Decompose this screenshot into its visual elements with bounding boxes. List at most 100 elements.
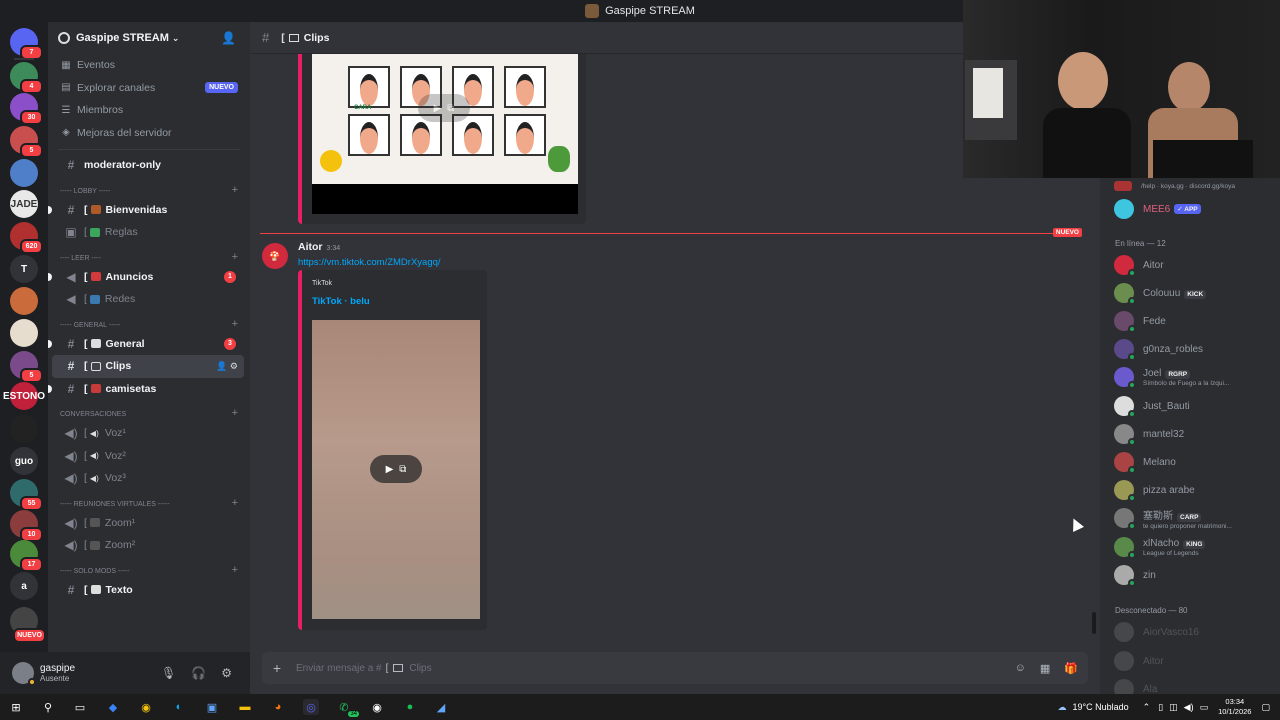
scrollbar[interactable]	[1092, 612, 1096, 634]
embed-video[interactable]: ▶ ⧉	[312, 320, 480, 619]
firefox-icon[interactable]: ◕	[270, 699, 286, 715]
voice-channel-voz3[interactable]: ◀)[◀) Voz³	[52, 467, 244, 490]
message-link[interactable]: https://vm.tiktok.com/ZMDrXyagq/	[298, 257, 441, 268]
network-icon[interactable]: ◫	[1169, 702, 1178, 713]
channel-actions[interactable]: 👤 ⚙	[216, 361, 238, 372]
battery-icon[interactable]: ▭	[1200, 702, 1209, 713]
member-item[interactable]: Aitor	[1114, 253, 1164, 277]
channel-bienvenidas[interactable]: # [Bienvenidas	[48, 199, 244, 222]
copilot-icon[interactable]: ◆	[105, 699, 121, 715]
channel-redes[interactable]: ◀ [Redes	[52, 288, 244, 311]
server-icon[interactable]: 17	[10, 540, 43, 572]
channel-texto[interactable]: # [Texto	[52, 579, 244, 602]
member-item[interactable]: Colouuu KICK	[1114, 281, 1207, 305]
embed-title[interactable]: TikTok · belu	[312, 296, 370, 307]
server-icon[interactable]: a	[10, 572, 38, 600]
play-button[interactable]: ▶ ⧉	[370, 455, 422, 483]
message-author[interactable]: Aitor 3:34	[298, 241, 340, 253]
obs-icon[interactable]: ◉	[369, 699, 385, 715]
message-composer[interactable]: + Enviar mensaje a # [ Clips ☺ ▦ 🎁	[262, 652, 1088, 684]
category-solo-mods[interactable]: ----- SOLO MODS ----- +	[48, 557, 250, 579]
volume-icon[interactable]: ◀)	[1184, 702, 1194, 713]
play-button[interactable]: ▶ ⧉	[418, 94, 470, 122]
channel-camisetas[interactable]: # [camisetas	[48, 378, 244, 401]
server-icon[interactable]: 5	[10, 126, 43, 158]
member-item[interactable]: pizza arabe	[1114, 478, 1195, 502]
server-icon[interactable]: JADE	[10, 190, 38, 218]
category-lobby[interactable]: ----- LOBBY ----- +	[48, 177, 250, 199]
server-icon[interactable]	[10, 159, 38, 187]
menu-item-browse-channels[interactable]: ▤ Explorar canales NUEVO	[48, 77, 250, 100]
clock[interactable]: 03:34 10/1/2026	[1218, 697, 1251, 717]
member-item[interactable]: Melano	[1114, 450, 1176, 474]
gift-icon[interactable]: 🎁	[1064, 662, 1078, 675]
member-item[interactable]: g0nza_robles	[1114, 337, 1203, 361]
voice-channel-zoom2[interactable]: ◀) [Zoom²	[52, 534, 244, 557]
chevron-up-icon[interactable]: ⌃	[1143, 702, 1151, 713]
invite-icon[interactable]: 👤	[221, 31, 236, 45]
category-reuniones[interactable]: ----- REUNIONES VIRTUALES ----- +	[48, 490, 250, 512]
microphone-icon[interactable]: 🎙	[161, 666, 176, 680]
server-icon[interactable]	[10, 415, 38, 443]
channel-general[interactable]: # [General 3	[48, 333, 244, 356]
server-icon[interactable]: 5	[10, 351, 43, 383]
server-icon[interactable]: NUEVO	[10, 607, 46, 643]
category-general[interactable]: ----- GENERAL ----- +	[48, 311, 250, 333]
edge-icon[interactable]: ◐	[171, 699, 187, 715]
voice-channel-voz2[interactable]: ◀)[◀) Voz²	[52, 445, 244, 468]
member-item[interactable]: zin	[1114, 563, 1156, 587]
member-item-offline[interactable]: Ala	[1114, 677, 1157, 694]
guild-header[interactable]: Gaspipe STREAM ⌄ 👤	[48, 22, 250, 54]
server-icon[interactable]: 10	[10, 510, 43, 542]
server-icon[interactable]: 55	[10, 479, 43, 511]
member-item[interactable]: Fede	[1114, 309, 1166, 333]
steam-icon[interactable]: ◢	[433, 699, 449, 715]
add-channel-icon[interactable]: +	[232, 184, 238, 196]
channel-moderator-only[interactable]: # moderator-only	[52, 154, 244, 177]
search-icon[interactable]: ⚲	[40, 699, 56, 715]
member-item[interactable]: mantel32	[1114, 422, 1184, 446]
task-view-icon[interactable]: ▭	[72, 699, 88, 715]
channel-anuncios[interactable]: ◀ [Anuncios 1	[48, 266, 244, 289]
notifications-icon[interactable]: ▢	[1261, 702, 1270, 713]
menu-item-events[interactable]: ▦ Eventos	[48, 54, 250, 77]
discord-home-icon[interactable]: 7	[10, 28, 43, 60]
server-icon[interactable]	[10, 319, 38, 347]
server-icon[interactable]: ESTONO	[3, 382, 45, 410]
server-icon[interactable]: guo	[10, 447, 38, 475]
category-leer[interactable]: ---- LEER ---- +	[48, 244, 250, 266]
gear-icon[interactable]: ⚙	[230, 361, 238, 371]
store-icon[interactable]: ▣	[204, 699, 220, 715]
apps-icon[interactable]: ▦	[1040, 662, 1050, 675]
server-icon[interactable]: T	[10, 255, 38, 283]
add-channel-icon[interactable]: +	[232, 251, 238, 263]
menu-item-server-boost[interactable]: ◈ Mejoras del servidor	[48, 122, 250, 145]
member-item[interactable]: xlNacho KING League of Legends	[1114, 535, 1206, 559]
channel-clips[interactable]: # [Clips 👤 ⚙	[52, 355, 244, 378]
avatar[interactable]: 🍄	[262, 243, 288, 269]
weather-text[interactable]: 19°C Nublado	[1073, 702, 1129, 712]
server-icon[interactable]	[10, 287, 38, 315]
server-icon[interactable]: 620	[10, 222, 43, 254]
tray-icon[interactable]: ▯	[1158, 702, 1163, 713]
whatsapp-icon[interactable]: ✆ 34	[336, 699, 359, 717]
member-item-offline[interactable]: AiorVasco16	[1114, 620, 1199, 644]
headphones-icon[interactable]: 🎧	[191, 666, 206, 680]
member-item-offline[interactable]: Aitor	[1114, 649, 1164, 673]
channel-reglas[interactable]: ▣ [Reglas	[52, 221, 244, 244]
spotify-icon[interactable]: ●	[402, 699, 418, 715]
windows-start-icon[interactable]: ⊞	[8, 699, 24, 715]
add-channel-icon[interactable]: +	[232, 564, 238, 576]
member-item[interactable]: Joel RGRP Símbolo de Fuego a la Izqui...	[1114, 365, 1229, 389]
chrome-icon[interactable]: ◉	[138, 699, 154, 715]
server-icon[interactable]: 30	[10, 93, 43, 125]
embed-thumbnail[interactable]: CARA ▶ ⧉	[312, 54, 578, 184]
menu-item-members[interactable]: ☰ Miembros	[48, 99, 250, 122]
gear-icon[interactable]: ⚙	[221, 666, 232, 680]
invite-icon[interactable]: 👤	[216, 361, 227, 371]
server-icon[interactable]: 4	[10, 62, 43, 94]
add-channel-icon[interactable]: +	[232, 407, 238, 419]
avatar[interactable]	[12, 662, 36, 686]
add-attachment-icon[interactable]: +	[268, 659, 286, 677]
member-item-mee6[interactable]: MEE6 ✓ APP	[1114, 197, 1201, 221]
